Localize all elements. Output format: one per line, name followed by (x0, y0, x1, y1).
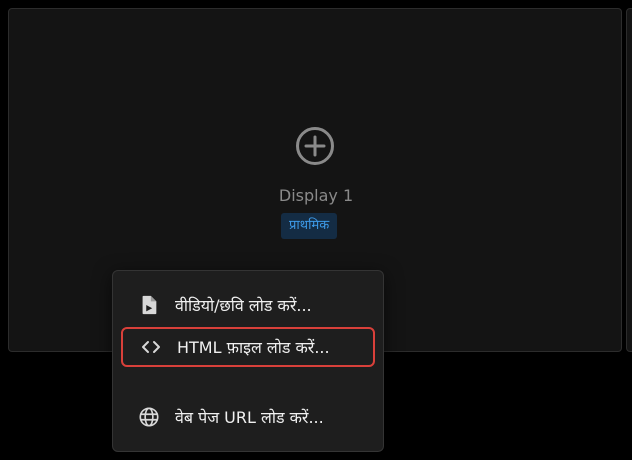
menu-item-load-web-page-url[interactable]: वेब पेज URL लोड करें... (121, 397, 375, 437)
menu-item-label: वेब पेज URL लोड करें... (175, 408, 324, 427)
code-icon (139, 335, 163, 359)
menu-item-label: HTML फ़ाइल लोड करें... (177, 338, 330, 357)
menu-item-load-video-image[interactable]: वीडियो/छवि लोड करें... (121, 285, 375, 325)
display-name: Display 1 (278, 186, 354, 205)
add-content-icon[interactable] (295, 126, 335, 166)
menu-item-load-html-file[interactable]: HTML फ़ाइल लोड करें... (121, 327, 375, 367)
primary-badge: प्राथमिक (281, 213, 338, 239)
file-video-icon (137, 293, 161, 317)
context-menu: वीडियो/छवि लोड करें... HTML फ़ाइल लोड कर… (112, 270, 384, 452)
globe-icon (137, 405, 161, 429)
next-display-panel[interactable] (626, 8, 632, 352)
menu-item-label: वीडियो/छवि लोड करें... (175, 296, 312, 315)
app-stage: Display 1 प्राथमिक वीडियो/छवि लोड करें..… (0, 0, 632, 460)
